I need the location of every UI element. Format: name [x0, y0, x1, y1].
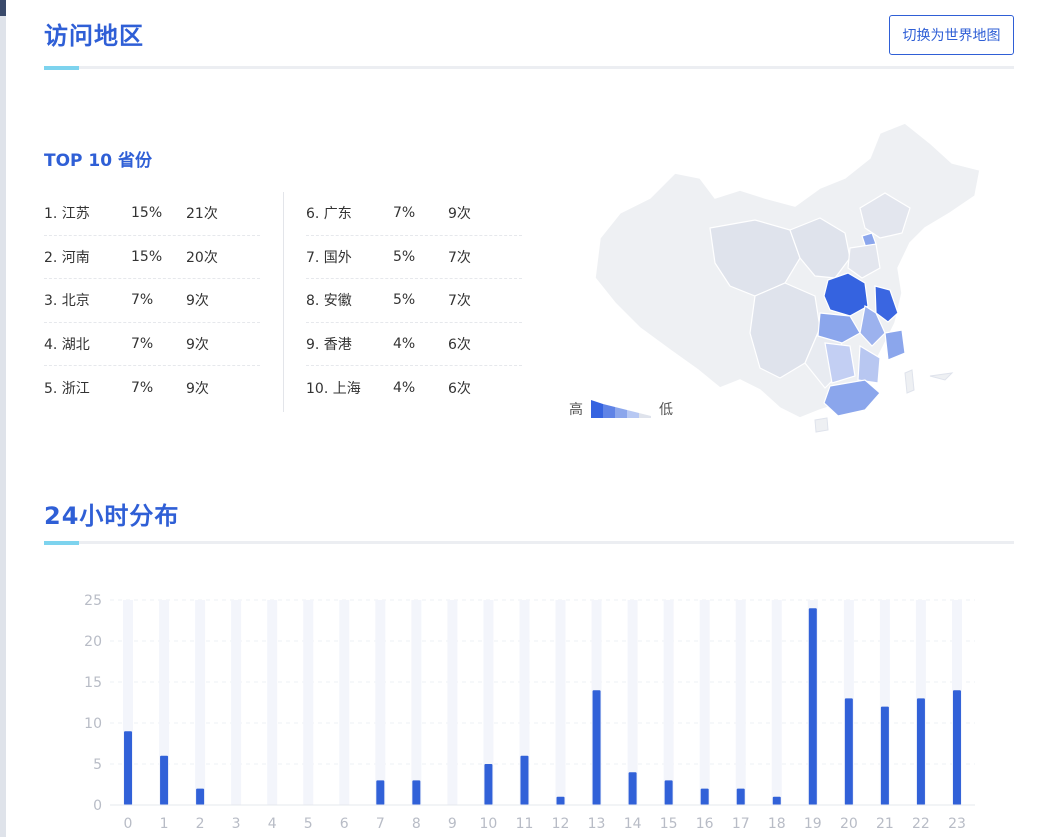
bar-background: [411, 600, 422, 805]
legend-low-label: 低: [659, 402, 673, 418]
x-tick-label: 18: [768, 816, 786, 832]
list-item: 5. 浙江 7% 9次: [44, 380, 209, 398]
bar-hour-14[interactable]: [628, 772, 637, 805]
top10-title: TOP 10 省份: [44, 151, 153, 171]
x-tick-label: 13: [588, 816, 606, 832]
legend-high-label: 高: [569, 402, 583, 418]
list-item: 1. 江苏 15% 21次: [44, 192, 260, 236]
list-item: 7. 国外 5% 7次: [306, 236, 522, 280]
column-divider: [283, 192, 284, 412]
map-region-guangdong: [823, 379, 881, 417]
bar-background: [231, 600, 242, 805]
list-item: 9. 香港 4% 6次: [306, 323, 522, 367]
hourly-chart-svg: 05101520250 1 2 3 4 5 6 7 8 9 10 11 12 13 14 15 16 17 18 19…: [84, 593, 975, 832]
x-tick-label: 2: [196, 816, 205, 832]
bar-hour-19[interactable]: [808, 608, 817, 805]
province-list-left: 1. 江苏 15% 21次 2. 河南 15% 20次 3. 北京 7% 9次 4. 湖北 7…: [44, 192, 260, 410]
x-tick-label: 3: [232, 816, 241, 832]
x-tick-label: 21: [876, 816, 894, 832]
bar-background: [339, 600, 350, 805]
list-item: 3. 北京 7% 9次: [44, 279, 260, 323]
y-tick-label: 15: [84, 675, 102, 691]
hourly-section-title: 24小时分布: [44, 502, 180, 530]
bar-hour-12[interactable]: [556, 796, 565, 805]
bar-hour-16[interactable]: [700, 788, 709, 805]
list-item: 10. 上海 4% 6次: [306, 380, 471, 398]
x-tick-label: 23: [948, 816, 966, 832]
x-tick-label: 12: [552, 816, 570, 832]
map-region-zhejiang: [884, 329, 906, 361]
bar-hour-2[interactable]: [196, 788, 205, 805]
list-item: 6. 广东 7% 9次: [306, 192, 522, 236]
y-tick-label: 0: [93, 798, 102, 814]
y-tick-label: 5: [93, 757, 102, 773]
x-tick-label: 10: [480, 816, 498, 832]
bar-background: [735, 600, 746, 805]
x-tick-label: 0: [124, 816, 133, 832]
x-tick-label: 6: [340, 816, 349, 832]
bar-hour-15[interactable]: [664, 780, 673, 805]
china-map[interactable]: [580, 118, 1000, 438]
bar-background: [447, 600, 458, 805]
bar-background: [555, 600, 566, 805]
x-tick-label: 16: [696, 816, 714, 832]
x-tick-label: 7: [376, 816, 385, 832]
switch-world-map-button[interactable]: 切换为世界地图: [889, 15, 1014, 55]
list-item: 4. 湖北 7% 9次: [44, 323, 260, 367]
map-region-islands: [929, 372, 954, 381]
hourly-title-rule: [44, 541, 1014, 545]
x-tick-label: 4: [268, 816, 277, 832]
list-item: 8. 安徽 5% 7次: [306, 279, 522, 323]
region-section-title: 访问地区: [44, 22, 144, 50]
bar-hour-17[interactable]: [736, 788, 745, 805]
x-tick-label: 15: [660, 816, 678, 832]
bar-background: [195, 600, 206, 805]
x-tick-label: 22: [912, 816, 930, 832]
bar-background: [699, 600, 710, 805]
x-tick-label: 9: [448, 816, 457, 832]
x-tick-label: 1: [160, 816, 169, 832]
bar-background: [267, 600, 278, 805]
map-region-hainan: [814, 417, 829, 433]
x-tick-label: 11: [516, 816, 534, 832]
y-tick-label: 20: [84, 634, 102, 650]
list-item: 2. 河南 15% 20次: [44, 236, 260, 280]
bar-background: [771, 600, 782, 805]
bar-hour-20[interactable]: [844, 698, 853, 805]
x-tick-label: 19: [804, 816, 822, 832]
bar-hour-10[interactable]: [484, 764, 493, 805]
x-tick-label: 14: [624, 816, 642, 832]
bar-hour-21[interactable]: [880, 706, 889, 805]
map-legend: 高 低: [569, 398, 673, 420]
bar-hour-18[interactable]: [772, 796, 781, 805]
map-region-taiwan: [904, 369, 915, 394]
bar-hour-23[interactable]: [952, 690, 961, 805]
bar-hour-7[interactable]: [376, 780, 385, 805]
bar-hour-1[interactable]: [160, 755, 169, 805]
province-list-right: 6. 广东 7% 9次 7. 国外 5% 7次 8. 安徽 5% 7次 9. 香港 4% 6次 …: [306, 192, 522, 410]
x-tick-label: 5: [304, 816, 313, 832]
legend-gradient: [591, 400, 651, 418]
bar-hour-22[interactable]: [916, 698, 925, 805]
bar-hour-13[interactable]: [592, 690, 601, 805]
x-tick-label: 20: [840, 816, 858, 832]
bar-hour-8[interactable]: [412, 780, 421, 805]
bar-hour-11[interactable]: [520, 755, 529, 805]
y-tick-label: 25: [84, 593, 102, 609]
bar-background: [663, 600, 674, 805]
left-panel-edge: [0, 0, 6, 837]
y-tick-label: 10: [84, 716, 102, 732]
x-tick-label: 8: [412, 816, 421, 832]
region-title-rule: [44, 66, 1014, 70]
bar-hour-0[interactable]: [124, 731, 133, 805]
bar-background: [375, 600, 386, 805]
bar-background: [303, 600, 314, 805]
x-tick-label: 17: [732, 816, 750, 832]
hourly-bar-chart: 0 5 10 15 20 25 0 1 2 3 4 5 6 7 8 9 10 11 12 13 14 15 16 17 18 19…: [70, 585, 990, 835]
